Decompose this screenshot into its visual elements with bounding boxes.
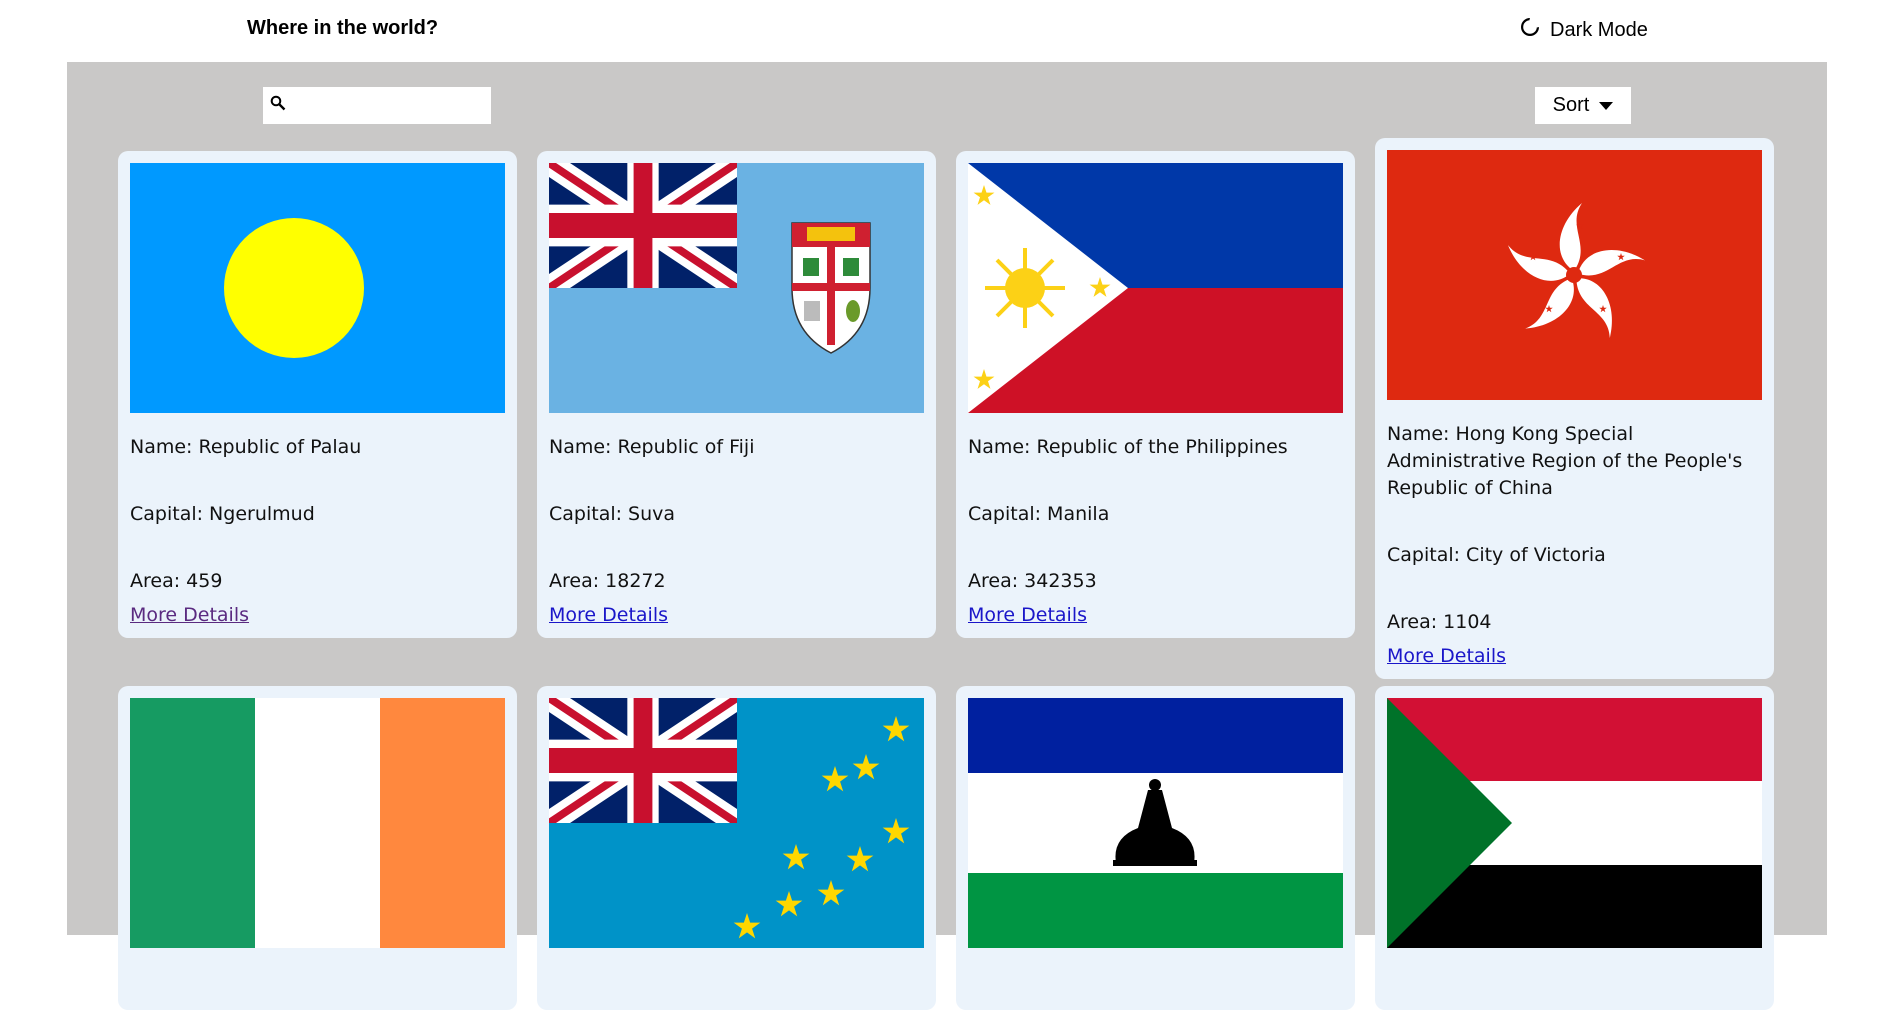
lesotho-flag [968,698,1343,948]
country-capital: Capital: Manila [968,503,1110,525]
more-details-link[interactable]: More Details [968,604,1087,626]
sort-dropdown[interactable]: Sort [1535,87,1631,124]
caret-down-icon [1599,101,1614,110]
search-box[interactable] [263,87,491,124]
country-capital: Capital: Ngerulmud [130,503,315,525]
country-name: Name: Republic of the Philippines [968,436,1288,458]
country-area: Area: 1104 [1387,611,1492,633]
dark-mode-label: Dark Mode [1550,18,1648,41]
country-area: Area: 459 [130,570,223,592]
country-card: Name: Republic of the Philippines Capita… [956,151,1355,638]
country-card [1375,686,1774,1010]
country-card [118,686,517,1010]
search-input[interactable] [290,89,484,122]
country-card: Name: Republic of Fiji Capital: Suva Are… [537,151,936,638]
sort-label: Sort [1552,94,1590,116]
top-header: Where in the world? Dark Mode [0,0,1886,62]
content-area: Sort Name: Republic of Palau Capital: Ng… [67,62,1827,1010]
site-title: Where in the world? [247,17,439,39]
more-details-link[interactable]: More Details [549,604,668,626]
tuvalu-flag [549,698,924,948]
search-icon [263,95,286,116]
palau-flag [130,163,505,413]
country-capital: Capital: City of Victoria [1387,544,1606,566]
country-card: Name: Republic of Palau Capital: Ngerulm… [118,151,517,638]
dark-mode-toggle[interactable]: Dark Mode [1520,17,1648,43]
country-area: Area: 18272 [549,570,666,592]
philippines-flag [968,163,1343,413]
more-details-link[interactable]: More Details [130,604,249,626]
country-name: Name: Hong Kong Special Administrative R… [1387,423,1743,499]
country-name: Name: Republic of Palau [130,436,362,458]
hong-kong-flag [1387,150,1762,400]
fiji-flag [549,163,924,413]
country-card [956,686,1355,1010]
moon-icon [1520,17,1540,43]
country-area: Area: 342353 [968,570,1097,592]
sudan-flag [1387,698,1762,948]
country-name: Name: Republic of Fiji [549,436,755,458]
ireland-flag [130,698,505,948]
more-details-link[interactable]: More Details [1387,645,1506,667]
country-card: Name: Hong Kong Special Administrative R… [1375,138,1774,679]
country-capital: Capital: Suva [549,503,676,525]
country-card [537,686,936,1010]
